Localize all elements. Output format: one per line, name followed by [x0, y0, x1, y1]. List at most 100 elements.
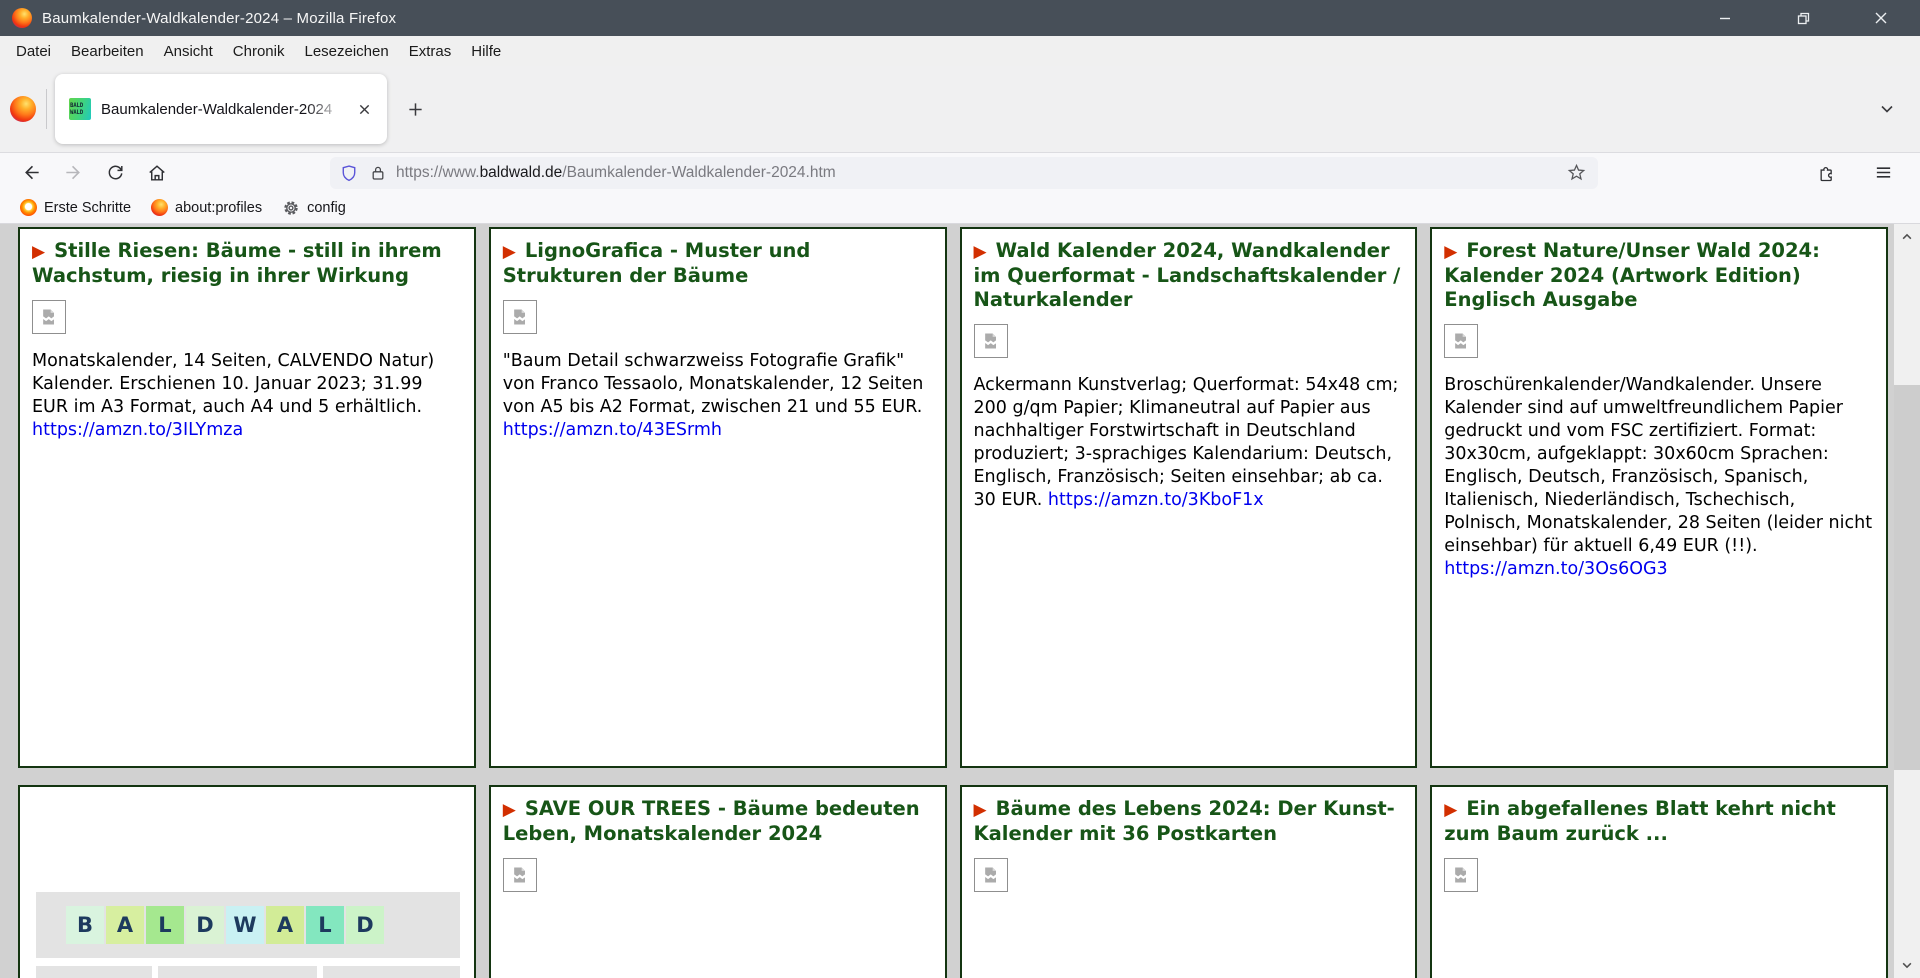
new-tab-button[interactable] [395, 89, 435, 129]
bullet-triangle-icon: ▶ [1444, 800, 1457, 820]
extensions-puzzle-icon[interactable] [1806, 156, 1848, 190]
logo-letter: D [346, 906, 384, 944]
tab-separator [46, 89, 47, 129]
menu-chronik[interactable]: Chronik [223, 39, 295, 64]
product-card-baeume-des-lebens: ▶Bäume des Lebens 2024: Der Kunst-Kalend… [960, 785, 1418, 978]
baldwald-logo: B A L D W A L D [36, 892, 460, 958]
broken-image-icon [1444, 324, 1478, 358]
logo-letter: L [306, 906, 344, 944]
product-card-lignografica: ▶LignoGrafica - Muster und Strukturen de… [489, 227, 947, 768]
gear-icon [282, 199, 300, 217]
firefox-icon [151, 199, 168, 216]
amazon-link[interactable]: https://amzn.to/3ILYmza [32, 420, 243, 440]
window-title: Baumkalender-Waldkalender-2024 – Mozilla… [42, 10, 396, 27]
card-heading-text: SAVE OUR TREES - Bäume bedeuten Leben, M… [503, 797, 920, 845]
forward-button[interactable] [52, 156, 94, 190]
card-body: Monatskalender, 14 Seiten, CALVENDO Natu… [32, 350, 462, 442]
reload-button[interactable] [94, 156, 136, 190]
bookmark-about-profiles[interactable]: about:profiles [141, 195, 272, 220]
erste-schritte-icon [20, 199, 37, 216]
card-body: Ackermann Kunstverlag; Querformat: 54x48… [974, 374, 1404, 512]
minimize-button[interactable] [1686, 0, 1764, 36]
restore-button[interactable] [1764, 0, 1842, 36]
menu-datei[interactable]: Datei [6, 39, 61, 64]
lock-icon[interactable] [370, 165, 386, 181]
bookmark-label: config [307, 200, 346, 216]
broken-image-icon [974, 324, 1008, 358]
card-heading-text: Wald Kalender 2024, Wandkalender im Quer… [974, 239, 1401, 311]
bookmark-erste-schritte[interactable]: Erste Schritte [10, 195, 141, 220]
card-heading: ▶Forest Nature/Unser Wald 2024: Kalender… [1444, 239, 1874, 312]
browser-window: Baumkalender-Waldkalender-2024 – Mozilla… [0, 0, 1920, 978]
address-bar[interactable]: https://www.baldwald.de/Baumkalender-Wal… [330, 157, 1598, 189]
menu-bar: Datei Bearbeiten Ansicht Chronik Lesezei… [0, 36, 1920, 66]
firefox-app-button[interactable] [0, 74, 46, 144]
logo-letter: A [266, 906, 304, 944]
window-titlebar: Baumkalender-Waldkalender-2024 – Mozilla… [0, 0, 1920, 36]
scrollbar-thumb[interactable] [1894, 385, 1920, 770]
bullet-triangle-icon: ▶ [503, 800, 516, 820]
card-heading: ▶SAVE OUR TREES - Bäume bedeuten Leben, … [503, 797, 933, 846]
card-heading-text: Forest Nature/Unser Wald 2024: Kalender … [1444, 239, 1820, 311]
bullet-triangle-icon: ▶ [32, 242, 45, 262]
bookmark-label: Erste Schritte [44, 200, 131, 216]
amazon-link[interactable]: https://amzn.to/3KboF1x [1048, 490, 1264, 510]
list-all-tabs-chevron-icon[interactable] [1870, 92, 1904, 126]
vertical-scrollbar[interactable] [1894, 224, 1920, 978]
scroll-up-arrow-icon[interactable] [1894, 224, 1920, 250]
logo-letter: B [66, 906, 104, 944]
card-heading: ▶Stille Riesen: Bäume - still in ihrem W… [32, 239, 462, 288]
product-card-abgefallenes-blatt: ▶Ein abgefallenes Blatt kehrt nicht zum … [1430, 785, 1888, 978]
logo-letter: W [226, 906, 264, 944]
bookmark-star-icon[interactable] [1567, 163, 1586, 182]
menu-extras[interactable]: Extras [399, 39, 462, 64]
card-heading: ▶LignoGrafica - Muster und Strukturen de… [503, 239, 933, 288]
toolbar-right-icons [1806, 156, 1910, 190]
logo-letter: L [146, 906, 184, 944]
url-scheme: https://www. [396, 164, 480, 181]
amazon-link[interactable]: https://amzn.to/3Os6OG3 [1444, 559, 1667, 579]
menu-bearbeiten[interactable]: Bearbeiten [61, 39, 154, 64]
menu-hilfe[interactable]: Hilfe [461, 39, 511, 64]
card-body: Broschürenkalender/Wandkalender. Unsere … [1444, 374, 1874, 581]
logo-letter: D [186, 906, 224, 944]
card-heading: ▶Wald Kalender 2024, Wandkalender im Que… [974, 239, 1404, 312]
baldwald-favicon-icon: BALD WALD [69, 98, 91, 120]
scroll-down-arrow-icon[interactable] [1894, 952, 1920, 978]
bookmarks-toolbar: Erste Schritte about:profiles config [0, 192, 1920, 224]
product-card-wald-kalender: ▶Wald Kalender 2024, Wandkalender im Que… [960, 227, 1418, 768]
favicon-text-bottom: WALD [70, 110, 90, 116]
logo-letter: A [106, 906, 144, 944]
bookmark-config[interactable]: config [272, 195, 356, 221]
amazon-link[interactable]: https://amzn.to/43ESrmh [503, 420, 722, 440]
tracking-protection-shield-icon[interactable] [340, 164, 358, 182]
window-controls [1686, 0, 1920, 36]
bookmark-label: about:profiles [175, 200, 262, 216]
tab-bar: BALD WALD Baumkalender-Waldkalender-2024 [0, 66, 1920, 152]
card-heading: ▶Ein abgefallenes Blatt kehrt nicht zum … [1444, 797, 1874, 846]
tab-close-icon[interactable] [351, 96, 377, 122]
url-path: /Baumkalender-Waldkalender-2024.htm [562, 164, 835, 181]
hamburger-menu-icon[interactable] [1862, 156, 1904, 190]
site-nav-placeholder [36, 966, 460, 978]
card-grid: ▶Stille Riesen: Bäume - still in ihrem W… [0, 224, 1894, 978]
menu-ansicht[interactable]: Ansicht [154, 39, 223, 64]
broken-image-icon [503, 300, 537, 334]
page-content: ▶Stille Riesen: Bäume - still in ihrem W… [0, 224, 1894, 978]
broken-image-icon [1444, 858, 1478, 892]
nav-bar-item[interactable] [323, 966, 459, 978]
firefox-logo-icon [10, 96, 36, 122]
url-domain: baldwald.de [480, 164, 563, 181]
active-tab[interactable]: BALD WALD Baumkalender-Waldkalender-2024 [55, 74, 387, 144]
broken-image-icon [503, 858, 537, 892]
card-body-text: Broschürenkalender/Wandkalender. Unsere … [1444, 375, 1872, 556]
home-button[interactable] [136, 156, 178, 190]
close-button[interactable] [1842, 0, 1920, 36]
nav-bar-item[interactable] [36, 966, 152, 978]
bullet-triangle-icon: ▶ [1444, 242, 1457, 262]
menu-lesezeichen[interactable]: Lesezeichen [294, 39, 398, 64]
url-display: https://www.baldwald.de/Baumkalender-Wal… [396, 164, 1557, 182]
nav-bar-item[interactable] [158, 966, 318, 978]
back-button[interactable] [10, 156, 52, 190]
card-heading-text: LignoGrafica - Muster und Strukturen der… [503, 239, 811, 287]
